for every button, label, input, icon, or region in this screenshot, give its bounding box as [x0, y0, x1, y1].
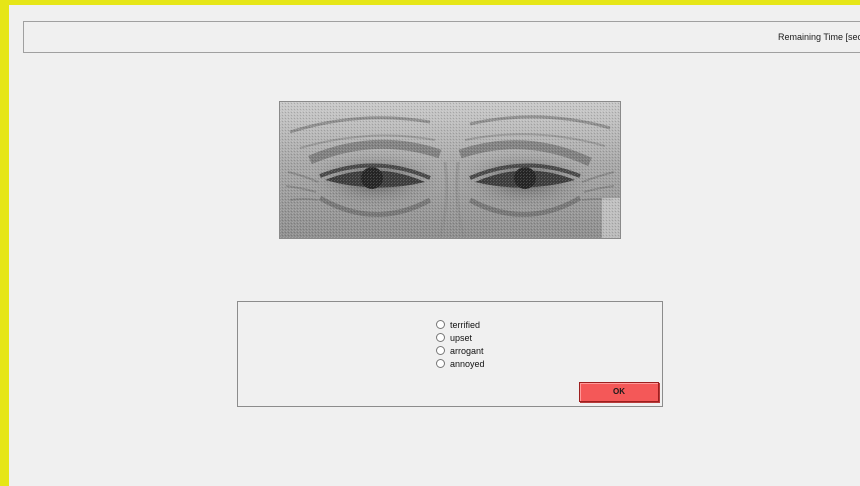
- header-bar: Remaining Time [sec]: 0: [23, 21, 860, 53]
- radio-icon[interactable]: [436, 346, 445, 355]
- remaining-time-label: Remaining Time [sec]:: [778, 32, 860, 42]
- eyes-stimulus-image: [279, 101, 621, 239]
- answer-panel: terrified upset arrogant annoyed OK: [237, 301, 663, 407]
- option-label: terrified: [450, 319, 481, 330]
- option-terrified[interactable]: terrified: [436, 318, 485, 331]
- ok-button[interactable]: OK: [579, 382, 659, 402]
- radio-icon[interactable]: [436, 359, 445, 368]
- emotion-options: terrified upset arrogant annoyed: [436, 318, 485, 370]
- app-window: Remaining Time [sec]: 0: [0, 0, 860, 486]
- radio-icon[interactable]: [436, 320, 445, 329]
- option-label: upset: [450, 332, 473, 343]
- option-arrogant[interactable]: arrogant: [436, 344, 485, 357]
- eyes-region-photo-icon: [280, 102, 620, 238]
- option-label: annoyed: [450, 358, 485, 369]
- option-annoyed[interactable]: annoyed: [436, 357, 485, 370]
- option-upset[interactable]: upset: [436, 331, 485, 344]
- radio-icon[interactable]: [436, 333, 445, 342]
- option-label: arrogant: [450, 345, 484, 356]
